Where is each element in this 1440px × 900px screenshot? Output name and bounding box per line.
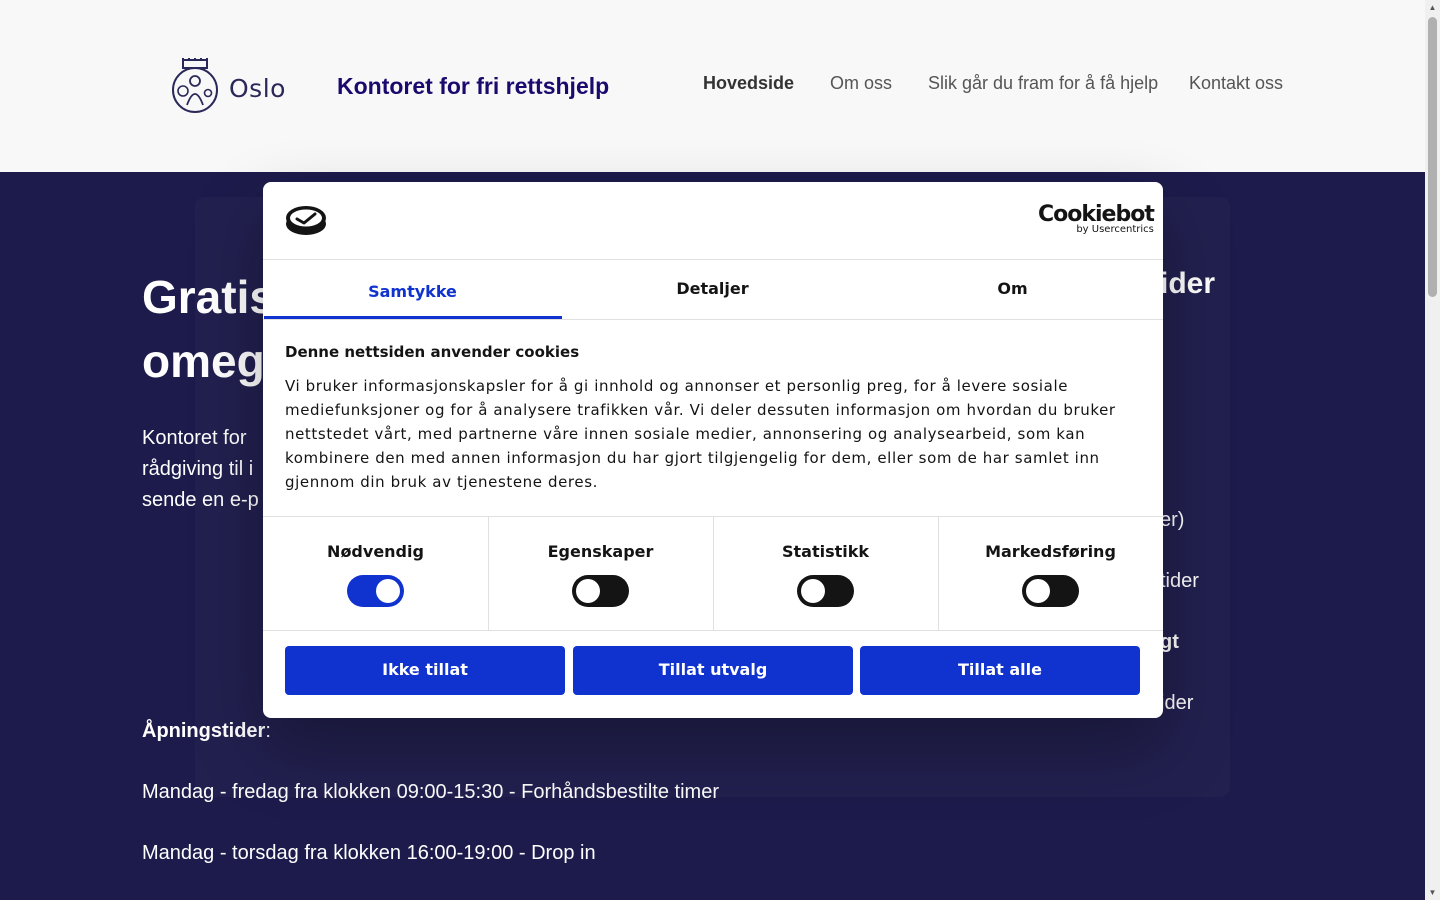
category-nodvendig: Nødvendig xyxy=(263,517,489,630)
opening-hours-2: Mandag - torsdag fra klokken 16:00-19:00… xyxy=(142,842,596,864)
scroll-up-icon[interactable]: ▲ xyxy=(1425,0,1440,15)
site-header: Oslo Kontoret for fri rettshjelp Hovedsi… xyxy=(0,0,1425,172)
category-label: Nødvendig xyxy=(327,542,424,561)
category-markedsforing: Markedsføring xyxy=(938,517,1163,630)
side-line: er) xyxy=(1160,509,1185,531)
category-label: Markedsføring xyxy=(985,542,1116,561)
cookie-heading: Denne nettsiden anvender cookies xyxy=(285,343,580,361)
category-statistikk: Statistikk xyxy=(713,517,939,630)
site-title[interactable]: Kontoret for fri rettshjelp xyxy=(337,73,609,100)
scroll-thumb[interactable] xyxy=(1428,17,1437,297)
category-label: Statistikk xyxy=(781,542,870,561)
allow-all-button[interactable]: Tillat alle xyxy=(860,646,1140,695)
category-egenskaper: Egenskaper xyxy=(488,517,714,630)
cookie-categories: Nødvendig Egenskaper Statistikk Markedsf… xyxy=(263,517,1163,630)
allow-selection-button[interactable]: Tillat utvalg xyxy=(573,646,853,695)
nav-item-slik-gar-du-fram[interactable]: Slik går du fram for å få hjelp xyxy=(928,73,1158,94)
opening-hours-label: Åpningstider: xyxy=(142,720,271,742)
cookiebot-brand[interactable]: Cookiebot by Usercentrics xyxy=(1038,203,1155,235)
side-line: tider xyxy=(1160,570,1199,592)
tab-om[interactable]: Om xyxy=(863,260,1162,320)
divider xyxy=(263,630,1163,631)
side-line: ider xyxy=(1160,692,1194,714)
cookie-logo-icon xyxy=(286,206,326,235)
page-scrollbar[interactable]: ▲ ▼ xyxy=(1425,0,1440,900)
deny-button[interactable]: Ikke tillat xyxy=(285,646,565,695)
scroll-down-icon[interactable]: ▼ xyxy=(1425,885,1440,900)
tab-detaljer[interactable]: Detaljer xyxy=(563,260,862,320)
toggle-statistikk[interactable] xyxy=(797,575,854,607)
toggle-nodvendig[interactable] xyxy=(347,575,404,607)
toggle-egenskaper[interactable] xyxy=(572,575,629,607)
nav-item-kontakt-oss[interactable]: Kontakt oss xyxy=(1189,73,1283,94)
nav-item-hovedside[interactable]: Hovedside xyxy=(703,73,794,94)
side-heading: ider xyxy=(1160,267,1216,300)
oslo-logo-icon[interactable] xyxy=(170,57,220,115)
cookie-description: Vi bruker informasjonskapsler for å gi i… xyxy=(285,377,1116,491)
nav-item-om-oss[interactable]: Om oss xyxy=(830,73,892,94)
logo-text[interactable]: Oslo xyxy=(229,74,286,103)
toggle-markedsforing[interactable] xyxy=(1022,575,1079,607)
opening-hours-1: Mandag - fredag fra klokken 09:00-15:30 … xyxy=(142,781,719,803)
category-label: Egenskaper xyxy=(547,542,654,561)
tab-samtykke[interactable]: Samtykke xyxy=(263,260,562,320)
cookie-consent-dialog: Cookiebot by Usercentrics Samtykke Detal… xyxy=(263,182,1163,718)
divider xyxy=(263,319,1163,320)
